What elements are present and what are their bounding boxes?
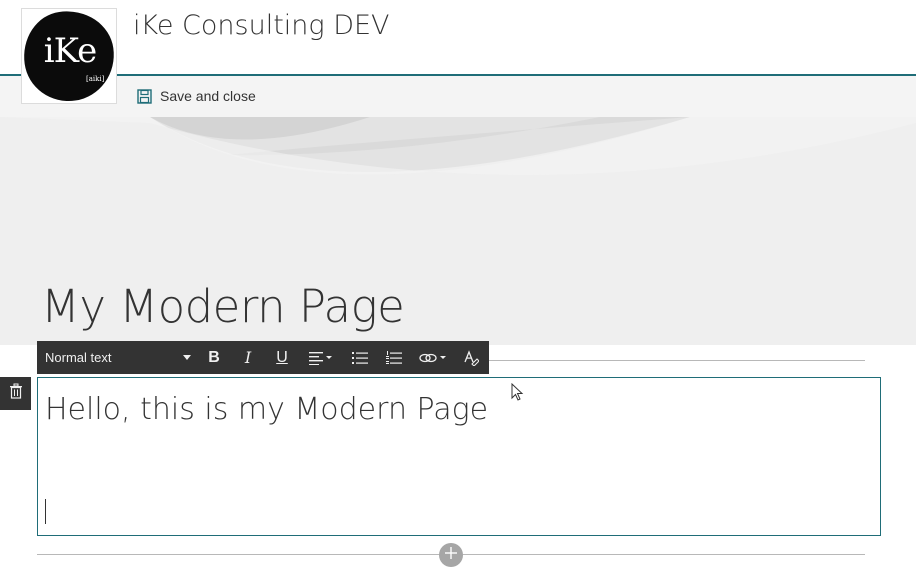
- add-webpart-button[interactable]: [439, 543, 463, 567]
- save-icon: [137, 88, 152, 104]
- site-title[interactable]: iKe Consulting DEV: [133, 10, 390, 41]
- chevron-down-icon: [183, 355, 191, 360]
- delete-webpart-button[interactable]: [0, 377, 31, 410]
- numbered-list-icon: [386, 350, 402, 365]
- save-and-close-button[interactable]: Save and close: [137, 88, 256, 104]
- plus-icon: [444, 546, 458, 565]
- site-logo[interactable]: iKe [aiki]: [18, 5, 120, 107]
- link-dropdown-button[interactable]: [411, 341, 455, 374]
- rich-text-toolbar: Normal text B I U: [37, 341, 489, 374]
- clear-formatting-button[interactable]: [455, 341, 487, 374]
- align-left-icon: [309, 351, 333, 365]
- section-divider-top: [489, 360, 865, 361]
- editor-heading[interactable]: Hello, this is my Modern Page: [45, 392, 488, 427]
- save-and-close-label: Save and close: [160, 88, 256, 104]
- command-bar: Save and close: [0, 76, 916, 117]
- text-style-value: Normal text: [45, 350, 112, 365]
- mouse-pointer-icon: [511, 382, 525, 408]
- italic-label: I: [244, 348, 252, 367]
- underline-label: U: [276, 348, 288, 366]
- bold-button[interactable]: B: [197, 341, 231, 374]
- page-banner: My Modern Page: [0, 117, 916, 345]
- bold-label: B: [208, 348, 220, 366]
- logo-subtext: [aiki]: [86, 75, 105, 83]
- underline-button[interactable]: U: [265, 341, 299, 374]
- site-header: iKe Consulting DEV: [0, 0, 916, 76]
- trash-icon: [9, 383, 23, 404]
- logo-text: iKe: [43, 31, 97, 71]
- align-dropdown-button[interactable]: [299, 341, 343, 374]
- text-style-dropdown[interactable]: Normal text: [37, 341, 197, 374]
- clear-format-icon: [463, 349, 479, 366]
- bulleted-list-icon: [352, 351, 368, 365]
- text-webpart-editor[interactable]: Hello, this is my Modern Page: [37, 377, 881, 536]
- numbered-list-button[interactable]: [377, 341, 411, 374]
- text-caret: [45, 499, 46, 524]
- italic-button[interactable]: I: [231, 341, 265, 374]
- bulleted-list-button[interactable]: [343, 341, 377, 374]
- page-title[interactable]: My Modern Page: [41, 280, 405, 333]
- link-icon: [419, 351, 447, 365]
